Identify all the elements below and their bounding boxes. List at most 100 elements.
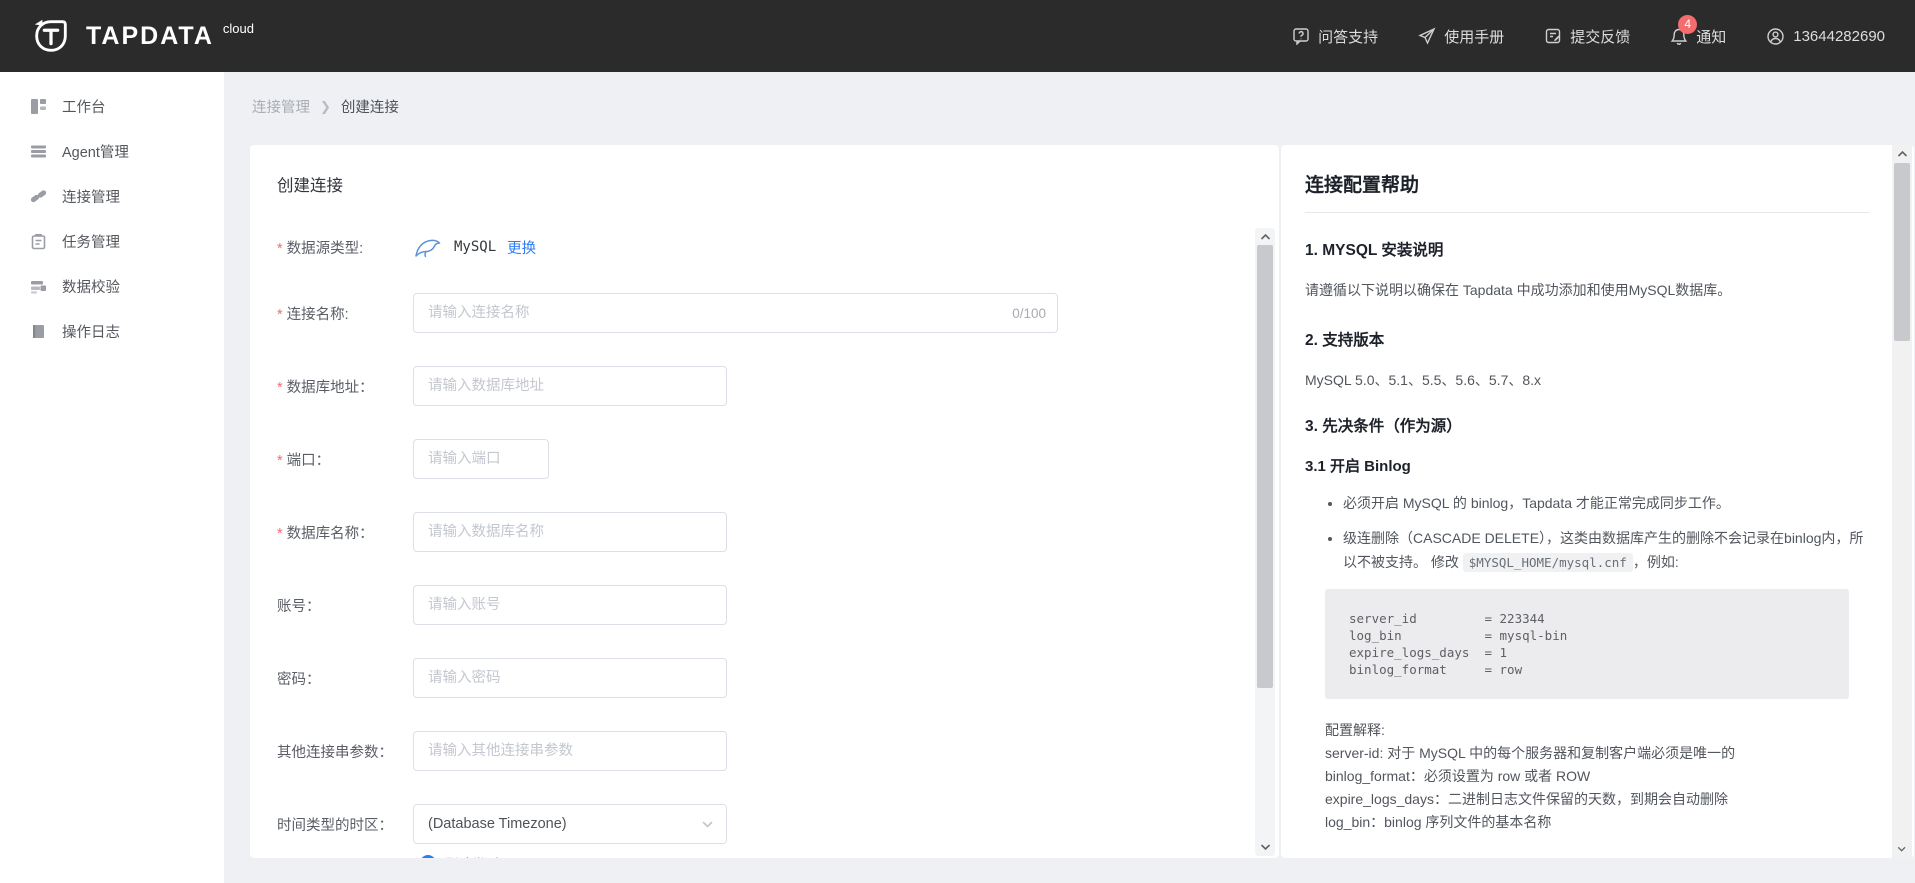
- change-datasource-link[interactable]: 更换: [507, 237, 536, 258]
- header-nav: 问答支持 使用手册 提交反馈 4 通知 13644282690: [1292, 14, 1885, 47]
- help-scrollbar-thumb[interactable]: [1894, 163, 1910, 341]
- help-scrollbar[interactable]: [1892, 145, 1912, 858]
- sidebar-item-label: 操作日志: [62, 325, 120, 341]
- form-scrollbar[interactable]: [1255, 228, 1275, 856]
- connection-help-panel: 连接配置帮助 1. MYSQL 安装说明 请遵循以下说明以确保在 Tapdata…: [1281, 145, 1914, 858]
- nav-feedback-label: 提交反馈: [1570, 28, 1631, 46]
- username-label: 账号：: [277, 598, 321, 615]
- bullet-item: 级连删除（CASCADE DELETE），这类由数据库产生的删除不会记录在bin…: [1343, 526, 1870, 575]
- help-section-2-body: MySQL 5.0、5.1、5.5、5.6、5.7、8.x: [1305, 372, 1542, 388]
- help-section-1-body: 请遵循以下说明以确保在 Tapdata 中成功添加和使用MySQL数据库。: [1305, 282, 1732, 298]
- create-connection-form-card: 创建连接 * 数据源类型: MySQL 更换 * 连接名称: 请输入连接名称 0…: [250, 145, 1279, 858]
- agent-list-icon: [29, 143, 47, 161]
- sidebar-item-label: 连接管理: [62, 190, 120, 206]
- feedback-icon: [1546, 28, 1561, 44]
- scroll-down-arrow-icon[interactable]: [1255, 840, 1275, 854]
- operation-log-icon: [29, 323, 47, 341]
- breadcrumb: 连接管理 ❯ 创建连接: [224, 72, 1915, 117]
- sidebar-item-data-validation[interactable]: 数据校验: [0, 264, 224, 309]
- tapdata-logo-icon: [34, 19, 67, 52]
- port-row: * 端口：: [277, 439, 1279, 479]
- bullet-item: 必须开启 MySQL 的 binlog，Tapdata 才能正常完成同步工作。: [1343, 491, 1870, 515]
- sidebar: 工作台 Agent管理 连接管理 任务管理 数据校验 操作日志: [0, 72, 224, 883]
- sidebar-item-agent[interactable]: Agent管理: [0, 129, 224, 174]
- connection-name-label: * 连接名称:: [277, 306, 349, 323]
- sidebar-item-operation-log[interactable]: 操作日志: [0, 309, 224, 354]
- code-line: server_id = 223344: [1349, 611, 1545, 626]
- timezone-note: i 影响类型: DATE: [420, 853, 1279, 858]
- scroll-down-arrow-icon[interactable]: [1892, 842, 1912, 856]
- timezone-row: 时间类型的时区： (Database Timezone): [277, 804, 1279, 844]
- form-scrollbar-thumb[interactable]: [1257, 245, 1273, 688]
- logo-cloud-label: cloud: [222, 21, 254, 36]
- data-validation-icon: [29, 278, 47, 296]
- sidebar-item-connections[interactable]: 连接管理: [0, 174, 224, 219]
- password-row: 密码：: [277, 658, 1279, 698]
- breadcrumb-connections-link[interactable]: 连接管理: [252, 96, 310, 117]
- sidebar-item-label: Agent管理: [62, 145, 129, 161]
- brand-logo[interactable]: TAPDATA cloud: [30, 15, 254, 57]
- top-header: TAPDATA cloud 问答支持 使用手册 提交反馈 4 通知 136442…: [0, 0, 1915, 72]
- nav-feedback[interactable]: 提交反馈: [1544, 26, 1630, 47]
- help-section-31-heading: 3.1 开启 Binlog: [1305, 458, 1411, 475]
- database-host-input[interactable]: [413, 366, 727, 406]
- database-name-row: * 数据库名称：: [277, 512, 1279, 552]
- nav-notifications[interactable]: 4 通知: [1670, 14, 1727, 47]
- connection-name-row: *连接名称: 0/100: [277, 293, 1279, 333]
- username-input[interactable]: [413, 585, 727, 625]
- config-explanation-line: binlog_format：必须设置为 row 或者 ROW: [1325, 768, 1591, 784]
- port-input[interactable]: [413, 439, 549, 479]
- help-section-32-heading: 3.2 重启 MySQL: [1305, 856, 1870, 858]
- timezone-label: 时间类型的时区：: [277, 817, 393, 834]
- info-icon: i: [420, 855, 436, 858]
- password-label: 密码：: [277, 671, 321, 688]
- database-name-label: * 数据库名称：: [277, 525, 374, 542]
- binlog-bullet-list: 必须开启 MySQL 的 binlog，Tapdata 才能正常完成同步工作。 …: [1305, 491, 1870, 575]
- connection-name-input[interactable]: [413, 293, 1058, 333]
- timezone-selected-value: (Database Timezone): [428, 816, 567, 832]
- config-explanation: 配置解释: server-id: 对于 MySQL 中的每个服务器和复制客户端必…: [1325, 719, 1870, 834]
- datasource-type-label: * 数据源类型:: [277, 240, 364, 257]
- nav-notifications-label: 通知: [1696, 28, 1727, 46]
- help-section-2-heading: 2. 支持版本: [1305, 332, 1385, 349]
- connection-params-row: 其他连接串参数：: [277, 731, 1279, 771]
- sidebar-item-label: 工作台: [62, 100, 106, 116]
- timezone-note-text: 影响类型: DATE: [445, 853, 542, 858]
- breadcrumb-separator-icon: ❯: [320, 98, 331, 114]
- config-explanation-line: expire_logs_days：二进制日志文件保留的天数，到期会自动删除: [1325, 791, 1728, 807]
- sidebar-item-label: 数据校验: [62, 280, 120, 296]
- help-section-3-heading: 3. 先决条件（作为源）: [1305, 418, 1462, 435]
- nav-user-manual[interactable]: 使用手册: [1418, 26, 1504, 47]
- mysql-cnf-code-block: server_id = 223344 log_bin = mysql-bin e…: [1325, 589, 1849, 699]
- nav-qa-support-label: 问答支持: [1318, 28, 1379, 46]
- datasource-type-row: * 数据源类型: MySQL 更换: [277, 234, 1279, 260]
- notification-badge: 4: [1678, 14, 1698, 34]
- task-clipboard-icon: [29, 233, 47, 251]
- scroll-up-arrow-icon[interactable]: [1892, 147, 1912, 161]
- code-line: binlog_format = row: [1349, 662, 1523, 677]
- sidebar-item-tasks[interactable]: 任务管理: [0, 219, 224, 264]
- nav-user-manual-label: 使用手册: [1444, 28, 1505, 46]
- scroll-up-arrow-icon[interactable]: [1255, 230, 1275, 244]
- nav-account[interactable]: 13644282690: [1766, 27, 1885, 46]
- database-name-input[interactable]: [413, 512, 727, 552]
- datasource-type-value: MySQL: [454, 239, 497, 255]
- main-area: 连接管理 ❯ 创建连接 创建连接 * 数据源类型: MySQL 更换 * 连接名…: [224, 72, 1915, 883]
- password-input[interactable]: [413, 658, 727, 698]
- port-label: * 端口：: [277, 452, 331, 469]
- database-host-row: * 数据库地址：: [277, 366, 1279, 406]
- nav-qa-support[interactable]: 问答支持: [1292, 26, 1378, 47]
- connection-params-label: 其他连接串参数：: [277, 744, 393, 761]
- timezone-select[interactable]: (Database Timezone): [413, 804, 727, 844]
- help-section-1-heading: 1. MYSQL 安装说明: [1305, 242, 1444, 259]
- connection-params-input[interactable]: [413, 731, 727, 771]
- sidebar-item-workbench[interactable]: 工作台: [0, 84, 224, 129]
- config-explanation-title: 配置解释:: [1325, 722, 1385, 738]
- breadcrumb-current: 创建连接: [340, 100, 399, 116]
- user-icon: [1767, 27, 1784, 45]
- question-icon: [1293, 28, 1309, 45]
- help-title: 连接配置帮助: [1305, 170, 1870, 213]
- char-counter: 0/100: [1012, 305, 1046, 321]
- logo-wordmark: TAPDATA: [86, 21, 214, 50]
- connection-icon: [29, 188, 47, 206]
